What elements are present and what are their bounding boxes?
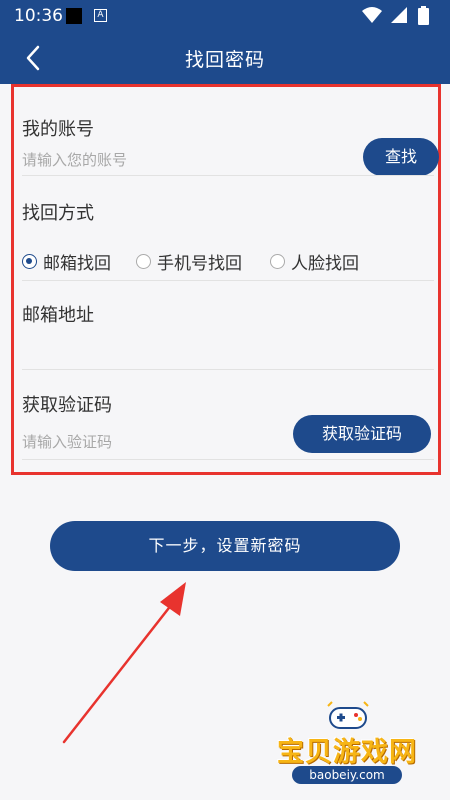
get-code-button[interactable]: 获取验证码 xyxy=(293,415,431,453)
battery-icon xyxy=(418,6,429,25)
divider xyxy=(22,280,434,281)
status-time: 10:36 xyxy=(14,6,63,26)
email-label: 邮箱地址 xyxy=(22,305,94,326)
radio-phone[interactable]: 手机号找回 xyxy=(136,247,242,275)
radio-face-label: 人脸找回 xyxy=(291,253,359,274)
method-radio-group: 邮箱找回 手机号找回 人脸找回 xyxy=(22,247,442,275)
email-input[interactable] xyxy=(22,337,434,361)
status-bar: 10:36 A xyxy=(0,0,450,32)
code-label: 获取验证码 xyxy=(22,395,112,416)
code-input[interactable]: 请输入验证码 xyxy=(22,431,112,452)
radio-email-label: 邮箱找回 xyxy=(43,253,111,274)
radio-email[interactable]: 邮箱找回 xyxy=(22,247,111,275)
app-bar: 找回密码 xyxy=(0,32,450,84)
divider xyxy=(22,369,434,370)
watermark-logo: 宝贝游戏网 baobeiy.com xyxy=(272,700,422,790)
wifi-icon xyxy=(362,7,382,23)
annotation-arrow-icon xyxy=(62,582,186,744)
divider xyxy=(22,175,434,176)
watermark-name: 宝贝游戏网 xyxy=(277,737,417,768)
notification-a-icon: A xyxy=(94,9,107,22)
radio-unchecked-icon xyxy=(136,253,151,269)
recovery-form: 我的账号 请输入您的账号 查找 找回方式 邮箱找回 手机号找回 人脸找回 邮箱地… xyxy=(11,84,441,475)
account-label: 我的账号 xyxy=(22,119,94,140)
notification-square-icon xyxy=(66,8,82,24)
account-input[interactable]: 请输入您的账号 xyxy=(22,149,127,170)
radio-face[interactable]: 人脸找回 xyxy=(270,247,359,275)
page-title: 找回密码 xyxy=(184,49,265,71)
radio-phone-label: 手机号找回 xyxy=(157,253,242,274)
signal-icon xyxy=(391,7,407,23)
search-account-button[interactable]: 查找 xyxy=(363,138,439,176)
divider xyxy=(22,459,434,460)
watermark-url: baobeiy.com xyxy=(292,766,402,784)
radio-checked-icon xyxy=(22,253,37,269)
next-step-button[interactable]: 下一步，设置新密码 xyxy=(50,521,400,571)
gamepad-icon xyxy=(327,701,369,729)
radio-unchecked-icon xyxy=(270,253,285,269)
method-label: 找回方式 xyxy=(22,203,94,224)
